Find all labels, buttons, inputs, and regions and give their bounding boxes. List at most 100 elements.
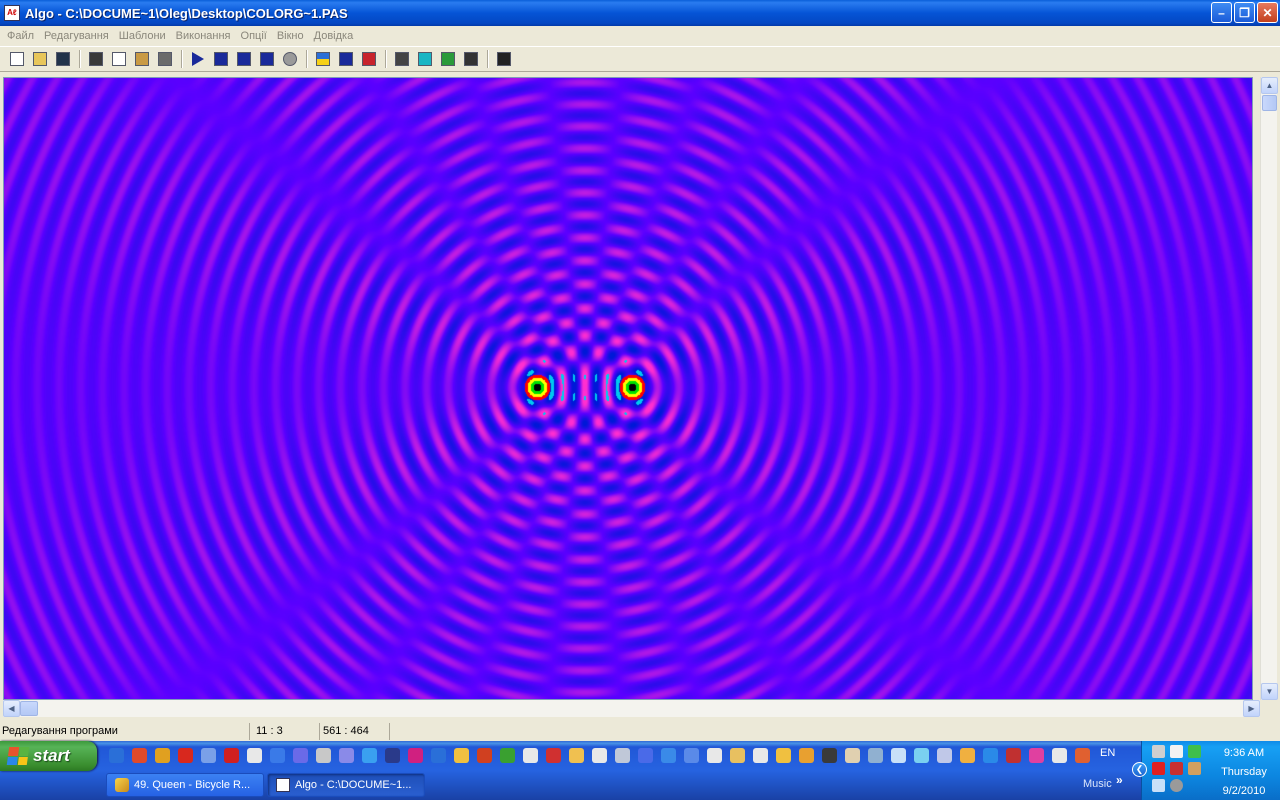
quick-launch-item-28[interactable]	[727, 745, 748, 766]
quick-launch-item-3[interactable]	[152, 745, 173, 766]
quick-launch-item-27[interactable]	[704, 745, 725, 766]
quick-launch-item-37[interactable]	[934, 745, 955, 766]
quick-launch-item-30[interactable]	[773, 745, 794, 766]
context-help-button[interactable]	[493, 48, 515, 70]
ukrainian-flag-button[interactable]	[312, 48, 334, 70]
quick-launch-item-31[interactable]	[796, 745, 817, 766]
quick-launch-item-20[interactable]	[543, 745, 564, 766]
music-toolbar-label[interactable]: Music	[1083, 778, 1112, 790]
menu-file[interactable]: Файл	[2, 30, 39, 42]
quick-launch-item-21[interactable]	[566, 745, 587, 766]
quick-launch-item-33[interactable]	[842, 745, 863, 766]
quick-launch-item-41[interactable]	[1026, 745, 1047, 766]
quick-launch-item-22[interactable]	[589, 745, 610, 766]
quick-launch-item-25[interactable]	[658, 745, 679, 766]
quick-launch-item-17[interactable]	[474, 745, 495, 766]
menu-edit[interactable]: Редагування	[39, 30, 114, 42]
horizontal-scroll-thumb[interactable]	[20, 701, 38, 716]
scroll-up-button[interactable]: ▲	[1261, 77, 1278, 94]
quick-launch-item-43[interactable]	[1072, 745, 1093, 766]
menu-options[interactable]: Опції	[236, 30, 272, 42]
quick-launch-item-34[interactable]	[865, 745, 886, 766]
quick-launch-item-19[interactable]	[520, 745, 541, 766]
quick-launch-item-36[interactable]	[911, 745, 932, 766]
menu-window[interactable]: Вікно	[272, 30, 309, 42]
tray-antivirus-icon[interactable]	[1152, 762, 1165, 775]
quick-launch-item-15[interactable]	[428, 745, 449, 766]
quick-launch-item-29[interactable]	[750, 745, 771, 766]
run-to-cursor-button[interactable]	[256, 48, 278, 70]
window-dark-button[interactable]	[460, 48, 482, 70]
scroll-right-button[interactable]: ▶	[1243, 700, 1260, 717]
menu-templates[interactable]: Шаблони	[114, 30, 171, 42]
quick-launch-item-32[interactable]	[819, 745, 840, 766]
quick-launch-item-24[interactable]	[635, 745, 656, 766]
quick-launch-item-13[interactable]	[382, 745, 403, 766]
quick-launch-item-16[interactable]	[451, 745, 472, 766]
close-button[interactable]: ✕	[1257, 2, 1278, 23]
vertical-scrollbar[interactable]: ▲ ▼	[1260, 77, 1278, 700]
quick-launch-item-40[interactable]	[1003, 745, 1024, 766]
english-text-button[interactable]	[335, 48, 357, 70]
step-over-button[interactable]	[210, 48, 232, 70]
uk-flag-button[interactable]	[358, 48, 380, 70]
tray-device-icon[interactable]	[1188, 762, 1201, 775]
format-button[interactable]	[154, 48, 176, 70]
quick-launch-item-1[interactable]	[106, 745, 127, 766]
quick-launch-item-23[interactable]	[612, 745, 633, 766]
save-button[interactable]	[52, 48, 74, 70]
quick-launch-item-39[interactable]	[980, 745, 1001, 766]
title-bar[interactable]: Aℓ Algo - C:\DOCUME~1\Oleg\Desktop\COLOR…	[0, 0, 1280, 26]
scroll-down-button[interactable]: ▼	[1261, 683, 1278, 700]
window-cyan-button[interactable]	[414, 48, 436, 70]
quick-launch-item-9[interactable]	[290, 745, 311, 766]
quick-launch-item-6[interactable]	[221, 745, 242, 766]
taskbar-button-algo[interactable]: Algo - C:\DOCUME~1...	[267, 773, 425, 797]
quick-launch-item-11[interactable]	[336, 745, 357, 766]
quick-launch-item-26[interactable]	[681, 745, 702, 766]
tray-network-icon[interactable]	[1170, 745, 1183, 758]
language-indicator[interactable]: EN	[1100, 747, 1115, 759]
run-button[interactable]	[187, 48, 209, 70]
quick-launch-item-10[interactable]	[313, 745, 334, 766]
quick-launch-item-18[interactable]	[497, 745, 518, 766]
show-hidden-icons-button[interactable]: ❮	[1132, 762, 1147, 777]
stop-button[interactable]	[279, 48, 301, 70]
vertical-scroll-thumb[interactable]	[1262, 95, 1277, 111]
window-green-button[interactable]	[437, 48, 459, 70]
quick-launch-item-35[interactable]	[888, 745, 909, 766]
scroll-left-button[interactable]: ◀	[3, 700, 20, 717]
tray-update-icon[interactable]	[1188, 745, 1201, 758]
taskbar-button-music-player[interactable]: 49. Queen - Bicycle R...	[106, 773, 264, 797]
copy-button[interactable]	[108, 48, 130, 70]
quick-launch-item-14[interactable]	[405, 745, 426, 766]
restore-button[interactable]: ❐	[1234, 2, 1255, 23]
quick-launch-item-38[interactable]	[957, 745, 978, 766]
app-icon[interactable]: Aℓ	[4, 5, 20, 21]
quick-launch-item-12[interactable]	[359, 745, 380, 766]
quick-launch-item-5[interactable]	[198, 745, 219, 766]
list-button[interactable]	[391, 48, 413, 70]
quick-launch-item-8[interactable]	[267, 745, 288, 766]
menu-run[interactable]: Виконання	[171, 30, 236, 42]
output-canvas[interactable]	[3, 77, 1253, 700]
tray-speaker-icon[interactable]	[1152, 745, 1165, 758]
new-file-button[interactable]	[6, 48, 28, 70]
horizontal-scrollbar[interactable]: ◀ ▶	[3, 700, 1260, 717]
cut-button[interactable]	[85, 48, 107, 70]
minimize-button[interactable]: –	[1211, 2, 1232, 23]
tray-security-icon[interactable]	[1170, 762, 1183, 775]
quick-launch-item-7[interactable]	[244, 745, 265, 766]
open-folder-button[interactable]	[29, 48, 51, 70]
quick-launch-item-4[interactable]	[175, 745, 196, 766]
toolbar-chevron-icon[interactable]: »	[1116, 773, 1123, 787]
paste-button[interactable]	[131, 48, 153, 70]
start-button[interactable]: start	[0, 741, 97, 771]
tray-disc-icon[interactable]	[1170, 779, 1183, 792]
step-into-button[interactable]	[233, 48, 255, 70]
clock[interactable]: 9:36 AM Thursday 9/2/2010	[1214, 744, 1274, 800]
menu-help[interactable]: Довідка	[309, 30, 359, 42]
quick-launch-item-42[interactable]	[1049, 745, 1070, 766]
quick-launch-item-2[interactable]	[129, 745, 150, 766]
tray-display-icon[interactable]	[1152, 779, 1165, 792]
